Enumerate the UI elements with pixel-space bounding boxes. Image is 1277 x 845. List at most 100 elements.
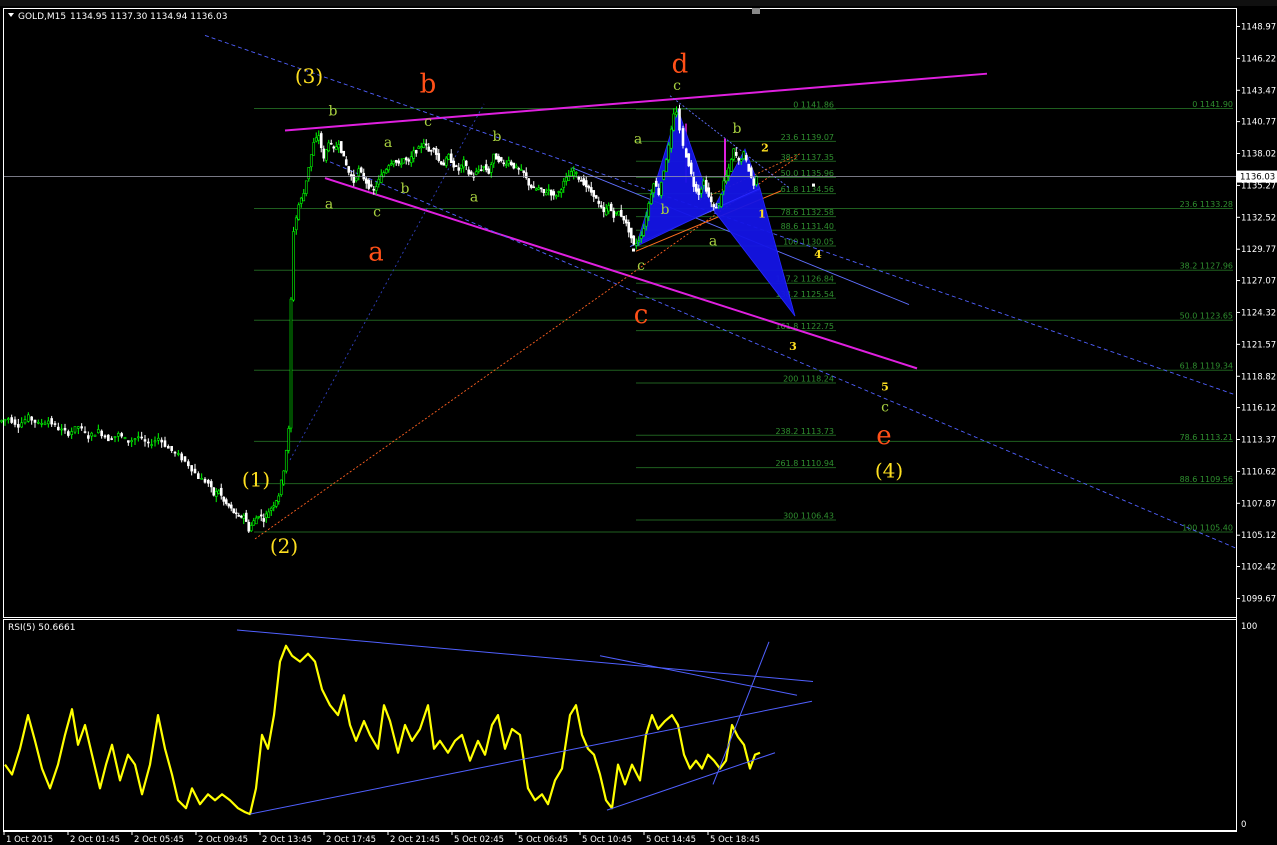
y-tick-label: 1146.22 (1241, 54, 1276, 64)
x-tick-label: 1 Oct 2015 (6, 835, 53, 845)
candle-body (247, 521, 251, 532)
candle-body (449, 153, 453, 163)
candle-body (467, 169, 471, 175)
candle-body (537, 187, 541, 190)
candle-body (659, 182, 663, 196)
candle-body (512, 162, 516, 169)
candle-body (729, 159, 733, 172)
candle-body (30, 416, 33, 421)
fib-level-label: 88.6 1131.40 (781, 222, 834, 231)
x-tick-label: 5 Oct 06:45 (518, 835, 568, 845)
wave-label: c (881, 399, 889, 415)
candle-body (297, 204, 301, 220)
candle-body (170, 445, 173, 451)
candle-body (634, 243, 638, 246)
candle-body (133, 438, 137, 441)
candle-body (422, 143, 426, 148)
candle-body (397, 160, 401, 164)
wave-label: a (470, 189, 478, 205)
y-tick-label: 1105.12 (1241, 531, 1276, 541)
candle-body (279, 479, 283, 495)
candle-body (447, 154, 451, 160)
candle-body (242, 514, 246, 519)
candle-body (507, 160, 511, 164)
candle-body (704, 179, 708, 192)
candle-body (404, 157, 408, 161)
candle-body (237, 515, 241, 517)
candle-body (239, 515, 243, 518)
candle-body (294, 217, 298, 231)
candle-body (264, 513, 268, 518)
fib-retracement-label: 38.2 1127.96 (1180, 262, 1233, 271)
x-tick-label: 2 Oct 17:45 (326, 835, 376, 845)
candle-body (407, 159, 411, 162)
candle-body (687, 153, 691, 167)
candle-body (402, 158, 406, 164)
candle-body (664, 159, 668, 173)
candle-body (552, 191, 556, 196)
candle-body (143, 439, 147, 442)
candle-body (749, 167, 753, 178)
candle-body (694, 183, 698, 192)
candle-body (539, 187, 543, 190)
candle-body (173, 451, 177, 454)
candle-body (217, 490, 221, 494)
rsi-tick-label: 0 (1241, 820, 1246, 830)
candle-body (577, 176, 581, 180)
candle-body (43, 422, 47, 425)
candle-body (187, 461, 190, 467)
wave-label: a (368, 237, 384, 267)
candle-body (712, 204, 716, 208)
candle-body (427, 146, 431, 152)
y-tick-label: 1138.02 (1241, 150, 1276, 160)
candle-body (347, 166, 351, 173)
wave-label: a (634, 131, 642, 147)
candle-body (163, 440, 167, 447)
candle-body (554, 195, 558, 198)
candle-body (117, 433, 120, 437)
candle-body (272, 505, 276, 508)
candle-body (90, 432, 93, 437)
candle-body (284, 450, 288, 472)
y-tick-label: 1113.37 (1241, 435, 1276, 445)
rsi-label: RSI(5) 50.6661 (8, 623, 75, 633)
rsi-tick-label: 100 (1241, 622, 1257, 632)
candle-body (200, 477, 203, 480)
candle-body (302, 193, 306, 202)
candle-body (234, 512, 238, 515)
candle-body (675, 111, 678, 116)
candle-body (529, 184, 533, 188)
candle-body (592, 190, 596, 197)
candle-body (319, 133, 323, 149)
candle-body (622, 215, 626, 221)
trading-chart-window[interactable]: 0 1141.8623.6 1139.0738.2 1137.3550.0 11… (0, 0, 1277, 845)
wave-label: a (709, 233, 717, 249)
candle-body (269, 507, 273, 511)
fib-level-label: 61.8 1134.56 (781, 185, 834, 194)
wave-label: c (637, 258, 645, 274)
wave-label: 4 (814, 248, 822, 261)
wave-label: c (634, 300, 649, 330)
candle-body (462, 159, 466, 168)
candle-body (304, 180, 308, 194)
candle-body (332, 146, 336, 149)
x-tick-label: 2 Oct 21:45 (390, 835, 440, 845)
fib-level-label: 238.2 1113.73 (775, 427, 834, 436)
candle-body (454, 165, 458, 167)
candle-body (97, 429, 100, 434)
candle-body (83, 431, 87, 433)
candle-body (262, 518, 266, 522)
candle-body (624, 219, 628, 224)
candle-body (632, 235, 636, 245)
candle-body (50, 418, 53, 425)
scroll-marker[interactable] (752, 8, 760, 14)
candle-body (107, 434, 110, 442)
candle-body (662, 170, 666, 180)
fib-level-label: 200 1118.24 (783, 374, 834, 383)
candle-body (252, 520, 256, 526)
candle-body (444, 157, 448, 166)
x-tick-label: 5 Oct 18:45 (710, 835, 760, 845)
candle-body (434, 148, 438, 155)
y-tick-label: 1132.52 (1241, 213, 1276, 223)
wave-label: a (384, 135, 392, 151)
